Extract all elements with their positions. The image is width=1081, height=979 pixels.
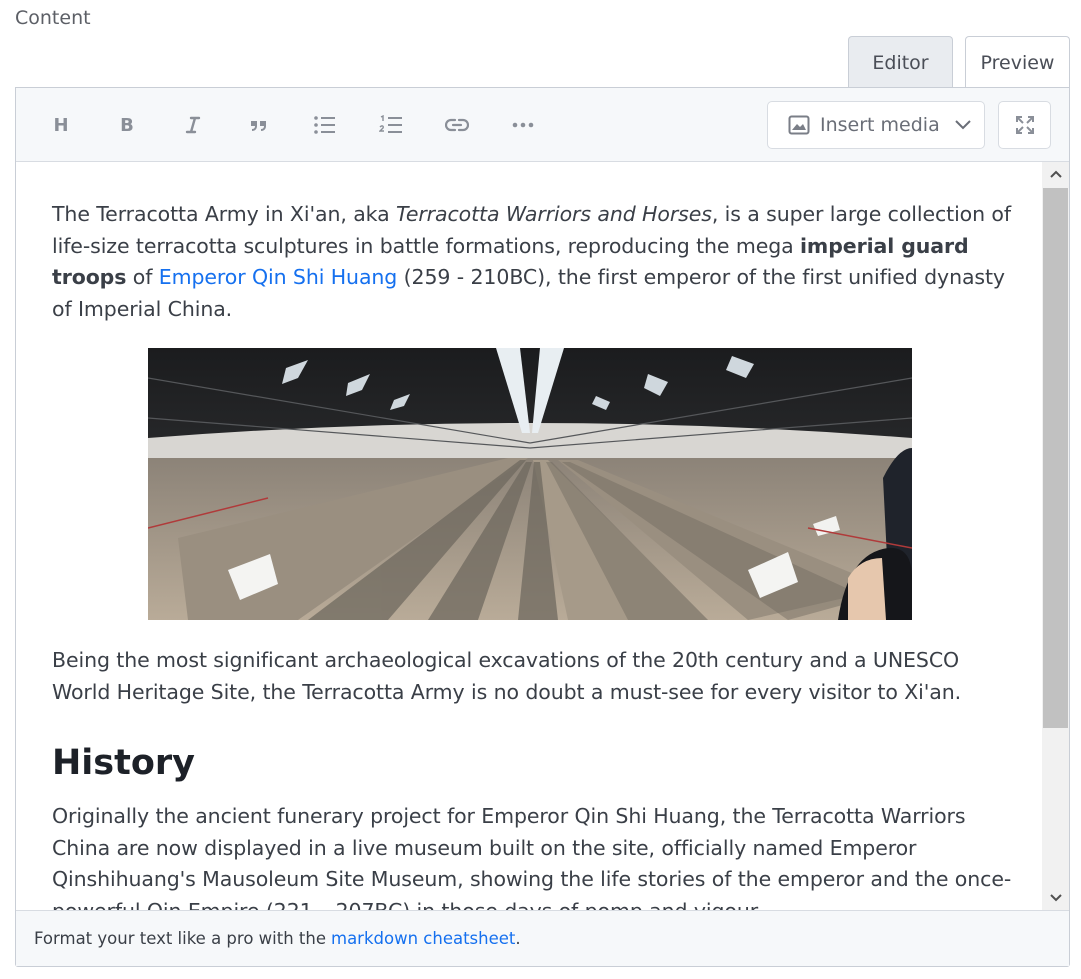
insert-media-button[interactable]: Insert media — [767, 101, 985, 149]
italic-icon — [185, 116, 201, 134]
more-button[interactable] — [506, 108, 540, 142]
footer-text: Format your text like a pro with the — [34, 929, 326, 948]
fullscreen-button[interactable] — [998, 101, 1051, 149]
editor-content[interactable]: The Terracotta Army in Xi'an, aka Terrac… — [16, 162, 1042, 910]
image-icon — [788, 115, 810, 135]
editor-toolbar: H B Insert media — [16, 88, 1069, 162]
quote-icon — [251, 121, 266, 131]
paragraph: Originally the ancient funerary project … — [52, 804, 1012, 910]
insert-media-label: Insert media — [820, 114, 940, 136]
paragraph: The Terracotta Army in Xi'an, aka Terrac… — [52, 202, 1011, 321]
scroll-thumb[interactable] — [1043, 188, 1068, 728]
svg-text:B: B — [120, 115, 134, 135]
italic-button[interactable] — [176, 108, 210, 142]
more-icon — [512, 122, 534, 128]
tab-editor[interactable]: Editor — [848, 36, 953, 88]
paragraph: Being the most significant archaeologica… — [52, 648, 962, 704]
bullet-list-icon — [314, 116, 335, 134]
section-heading: History — [52, 743, 195, 783]
emperor-link[interactable]: Emperor Qin Shi Huang — [159, 265, 398, 289]
quote-button[interactable] — [242, 108, 276, 142]
tab-preview[interactable]: Preview — [965, 36, 1070, 88]
terracotta-army-image — [148, 348, 912, 620]
bold-icon: B — [120, 115, 134, 135]
link-icon — [445, 118, 469, 132]
chevron-up-icon — [1049, 170, 1062, 178]
markdown-cheatsheet-link[interactable]: markdown cheatsheet — [331, 929, 515, 948]
numbered-list-button[interactable] — [374, 108, 408, 142]
scroll-up-button[interactable] — [1042, 162, 1069, 186]
heading-button[interactable]: H — [44, 108, 78, 142]
markdown-editor: H B Insert media The Terracotta Army in … — [15, 87, 1070, 967]
scroll-down-button[interactable] — [1042, 886, 1069, 910]
heading-icon: H — [53, 115, 68, 135]
content-field-label: Content — [15, 7, 91, 29]
chevron-down-icon — [955, 120, 971, 130]
expand-icon — [1015, 116, 1034, 134]
svg-text:H: H — [53, 115, 68, 135]
numbered-list-icon — [379, 115, 402, 133]
bold-button[interactable]: B — [110, 108, 144, 142]
editor-footer: Format your text like a pro with the mar… — [16, 910, 1069, 966]
link-button[interactable] — [440, 108, 474, 142]
bullet-list-button[interactable] — [308, 108, 342, 142]
vertical-scrollbar[interactable] — [1042, 162, 1069, 910]
chevron-down-icon — [1049, 894, 1062, 902]
